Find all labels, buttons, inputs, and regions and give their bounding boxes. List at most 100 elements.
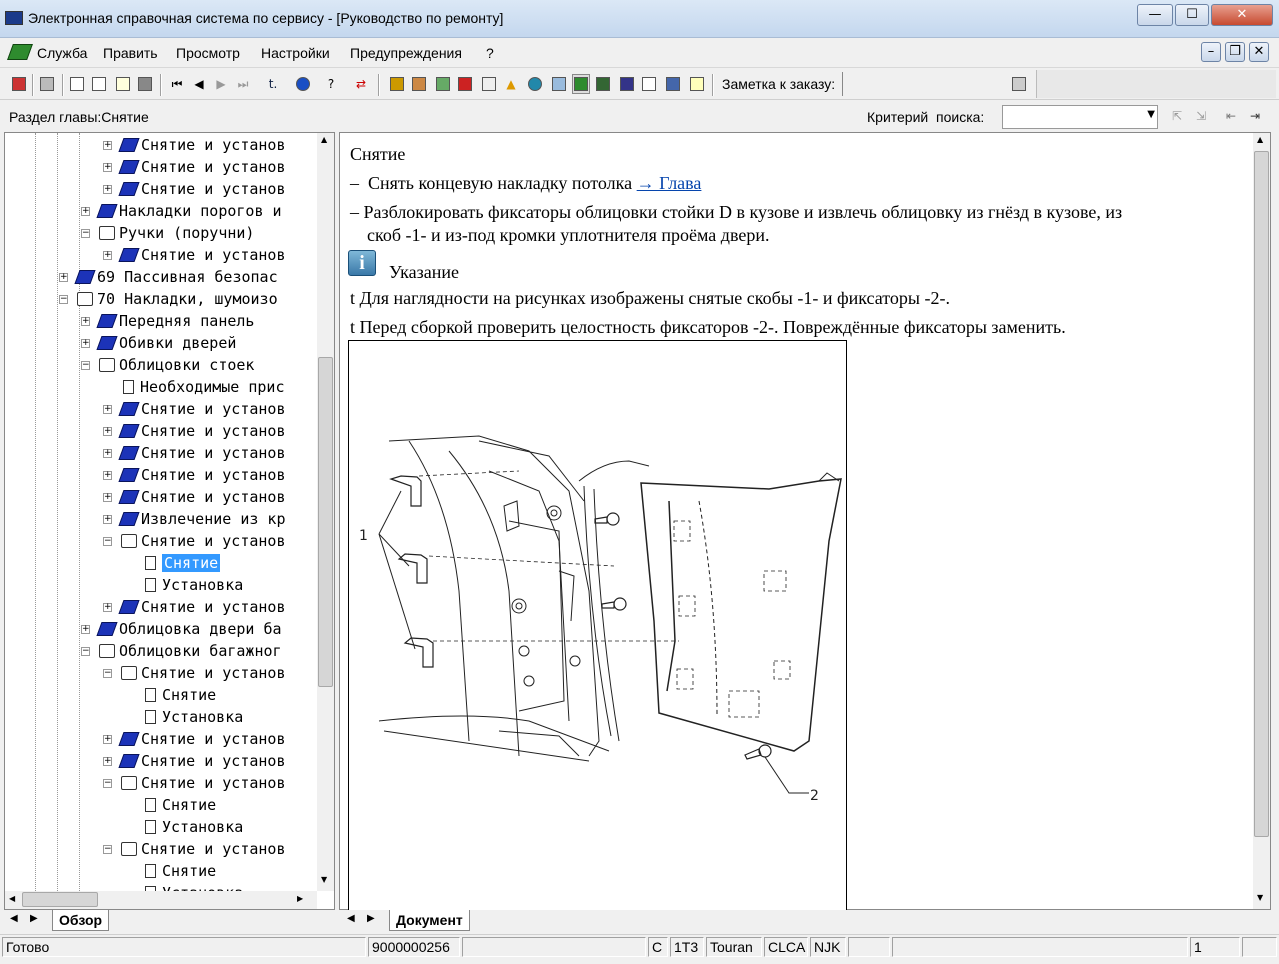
expand-toggle[interactable]: + bbox=[103, 427, 112, 436]
mdi-close-button[interactable]: ✕ bbox=[1249, 42, 1269, 62]
tab-overview[interactable]: Обзор bbox=[52, 910, 110, 931]
tree-item[interactable]: Установка bbox=[143, 816, 243, 838]
tab-next-icon[interactable]: ▶ bbox=[367, 913, 375, 924]
menu-settings[interactable]: Настройки bbox=[261, 45, 330, 61]
order-note-field[interactable] bbox=[842, 72, 1002, 96]
chapter-link[interactable]: → Глава bbox=[637, 173, 702, 193]
notes-help-icon[interactable] bbox=[688, 74, 706, 94]
tree-item[interactable]: Снятие bbox=[143, 684, 216, 706]
tree-item[interactable]: Снятие и установ bbox=[121, 838, 286, 860]
collapse-toggle[interactable]: − bbox=[103, 669, 112, 678]
search-back-icon[interactable]: ⇲ bbox=[1192, 106, 1210, 126]
search-criteria-select[interactable]: ▼ bbox=[1002, 105, 1158, 129]
green-book-icon[interactable] bbox=[572, 74, 590, 94]
expand-toggle[interactable]: + bbox=[103, 603, 112, 612]
expand-pane-icon[interactable]: ⇥ bbox=[1246, 106, 1264, 126]
menu-service[interactable]: Служба bbox=[37, 45, 87, 61]
new-document-icon[interactable] bbox=[68, 74, 86, 94]
mdi-minimize-button[interactable]: – bbox=[1201, 42, 1221, 62]
tree-item[interactable]: Снятие и установ bbox=[118, 750, 286, 772]
tree-item[interactable]: Передняя панель bbox=[96, 310, 254, 332]
tree-item[interactable]: Снятие и установ bbox=[118, 134, 286, 156]
tree-item[interactable]: Снятие и установ bbox=[118, 596, 286, 618]
scroll-down-arrow-icon[interactable]: ▼ bbox=[321, 875, 327, 884]
vehicle-icon[interactable] bbox=[136, 74, 154, 94]
tree-item[interactable]: Снятие и установ bbox=[118, 178, 286, 200]
tree-item[interactable]: Извлечение из кр bbox=[118, 508, 286, 530]
tree-item[interactable]: Снятие и установ bbox=[118, 486, 286, 508]
tree-item[interactable]: Установка bbox=[143, 706, 243, 728]
tree-item[interactable]: Снятие bbox=[143, 794, 216, 816]
exit-icon[interactable] bbox=[10, 74, 28, 94]
checklist-icon[interactable] bbox=[640, 74, 658, 94]
tree-item[interactable]: Снятие bbox=[143, 860, 216, 882]
collapse-toggle[interactable]: − bbox=[103, 537, 112, 546]
expand-toggle[interactable]: + bbox=[103, 757, 112, 766]
collapse-toggle[interactable]: − bbox=[81, 229, 90, 238]
edit-document-icon[interactable] bbox=[90, 74, 108, 94]
help-icon[interactable]: ? bbox=[322, 74, 340, 94]
notes-icon[interactable] bbox=[114, 74, 132, 94]
expand-toggle[interactable]: + bbox=[103, 251, 112, 260]
scroll-right-arrow-icon[interactable]: ▶ bbox=[297, 894, 303, 903]
tree-item[interactable]: Установка bbox=[143, 882, 243, 891]
next-page-icon[interactable]: ▶ bbox=[212, 74, 230, 94]
expand-toggle[interactable]: + bbox=[103, 449, 112, 458]
expand-toggle[interactable]: + bbox=[103, 163, 112, 172]
tab-document[interactable]: Документ bbox=[389, 910, 470, 931]
tree-item[interactable]: 70 Накладки, шумоизо bbox=[77, 288, 278, 310]
collapse-pane-icon[interactable]: ⇤ bbox=[1222, 106, 1240, 126]
tree-item[interactable]: Снятие и установ bbox=[118, 464, 286, 486]
tree-item[interactable]: Облицовки багажног bbox=[99, 640, 282, 662]
jump-icon[interactable]: t. bbox=[264, 74, 282, 94]
scroll-left-arrow-icon[interactable]: ◀ bbox=[9, 894, 15, 903]
expand-toggle[interactable]: + bbox=[81, 317, 90, 326]
globe-icon[interactable] bbox=[526, 74, 544, 94]
menu-edit[interactable]: Править bbox=[103, 45, 158, 61]
collapse-toggle[interactable]: − bbox=[81, 647, 90, 656]
tree-hscroll-thumb[interactable] bbox=[22, 892, 98, 907]
book-edit-icon[interactable] bbox=[664, 74, 682, 94]
mdi-restore-button[interactable]: ❐ bbox=[1225, 42, 1245, 62]
chevron-down-icon[interactable]: ▼ bbox=[1147, 109, 1155, 120]
tree-item[interactable]: Снятие и установ bbox=[121, 772, 286, 794]
tree-item[interactable]: Обивки дверей bbox=[96, 332, 236, 354]
expand-toggle[interactable]: + bbox=[81, 207, 90, 216]
expand-toggle[interactable]: + bbox=[103, 185, 112, 194]
last-page-icon[interactable]: ⏭ bbox=[234, 74, 252, 94]
repair-manual-icon[interactable] bbox=[388, 74, 406, 94]
car-service-icon[interactable] bbox=[618, 74, 636, 94]
tree-item[interactable]: Необходимые прис bbox=[121, 376, 285, 398]
container-icon[interactable] bbox=[550, 74, 568, 94]
tree-item[interactable]: Снятие и установ bbox=[118, 398, 286, 420]
tree-item[interactable]: Снятие и установ bbox=[118, 442, 286, 464]
book-red-icon[interactable] bbox=[456, 74, 474, 94]
tab-prev-icon[interactable]: ◀ bbox=[10, 913, 18, 924]
menu-warnings[interactable]: Предупреждения bbox=[350, 45, 462, 61]
scroll-down-arrow-icon[interactable]: ▼ bbox=[1257, 893, 1263, 902]
expand-toggle[interactable]: + bbox=[103, 735, 112, 744]
collapse-toggle[interactable]: − bbox=[103, 845, 112, 854]
expand-toggle[interactable]: + bbox=[81, 339, 90, 348]
tree-item[interactable]: Ручки (поручни) bbox=[99, 222, 254, 244]
document-scroll-thumb[interactable] bbox=[1254, 151, 1269, 837]
tree-item[interactable]: Снятие и установ bbox=[118, 244, 286, 266]
tree-scroll-thumb[interactable] bbox=[318, 357, 333, 687]
maximize-button[interactable]: ☐ bbox=[1175, 4, 1209, 26]
collapse-toggle[interactable]: − bbox=[81, 361, 90, 370]
person-icon[interactable] bbox=[434, 74, 452, 94]
list-icon[interactable] bbox=[480, 74, 498, 94]
scroll-up-arrow-icon[interactable]: ▲ bbox=[321, 135, 327, 144]
expand-toggle[interactable]: + bbox=[103, 515, 112, 524]
keyboard-icon[interactable] bbox=[1010, 74, 1028, 94]
tree-item[interactable]: Облицовки стоек bbox=[99, 354, 254, 376]
warning-icon[interactable]: ▲ bbox=[502, 74, 520, 94]
tree-item[interactable]: Накладки порогов и bbox=[96, 200, 282, 222]
tab-prev-icon[interactable]: ◀ bbox=[347, 913, 355, 924]
document-vertical-scrollbar[interactable]: ▲ ▼ bbox=[1253, 133, 1270, 909]
first-page-icon[interactable]: ⏮ bbox=[168, 74, 186, 94]
tree-horizontal-scrollbar[interactable]: ◀ ▶ bbox=[5, 891, 317, 909]
wiring-icon[interactable] bbox=[410, 74, 428, 94]
tree-item[interactable]: Снятие и установ bbox=[118, 728, 286, 750]
expand-toggle[interactable]: + bbox=[103, 405, 112, 414]
